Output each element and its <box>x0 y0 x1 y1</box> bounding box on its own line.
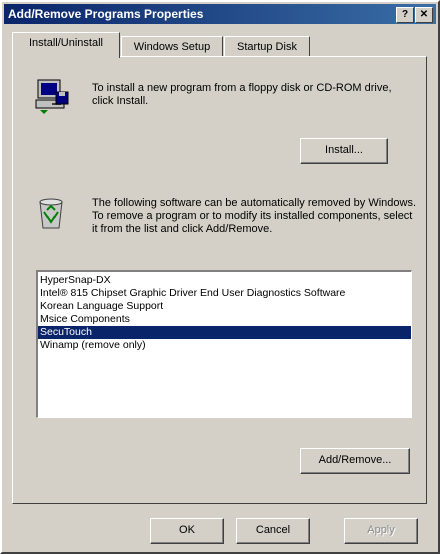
title-bar[interactable]: Add/Remove Programs Properties ? ✕ <box>4 4 436 24</box>
tab-panel <box>12 56 427 504</box>
help-button[interactable]: ? <box>396 7 414 23</box>
tab-startup-disk[interactable]: Startup Disk <box>224 36 310 57</box>
ok-button[interactable]: OK <box>150 518 224 544</box>
close-button[interactable]: ✕ <box>415 7 433 23</box>
cancel-button[interactable]: Cancel <box>236 518 310 544</box>
tab-install-uninstall[interactable]: Install/Uninstall <box>12 32 120 58</box>
tab-windows-setup[interactable]: Windows Setup <box>121 36 223 57</box>
apply-button[interactable]: Apply <box>344 518 418 544</box>
window-title: Add/Remove Programs Properties <box>8 7 204 21</box>
